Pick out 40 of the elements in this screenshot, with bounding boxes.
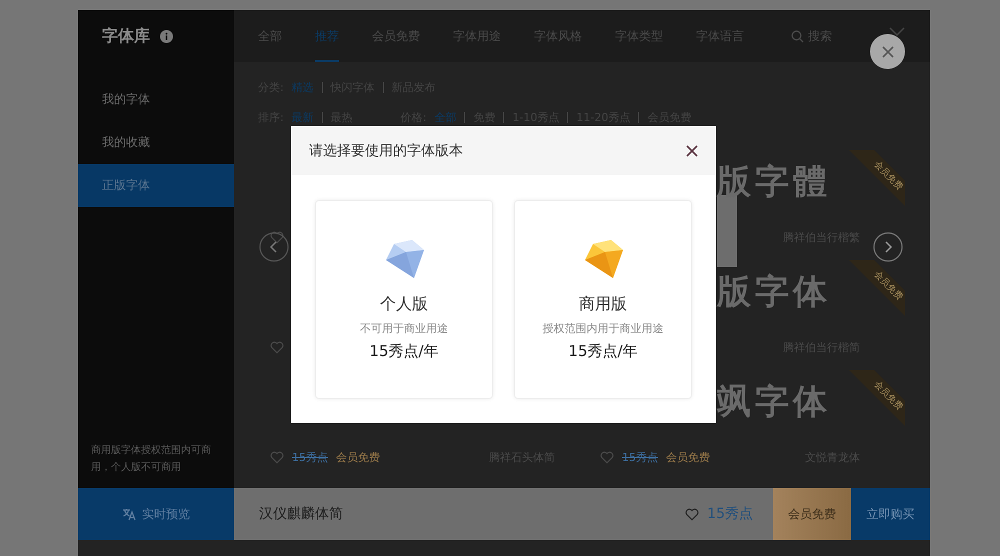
sidebar-item[interactable]: 正版字体 xyxy=(78,164,234,207)
heart-icon[interactable] xyxy=(600,450,614,464)
live-preview-button[interactable]: 实时预览 xyxy=(78,488,234,540)
info-icon[interactable] xyxy=(160,30,173,42)
member-label: 会员免费 xyxy=(666,450,710,464)
close-icon xyxy=(686,144,698,156)
filter-option[interactable]: 精选 xyxy=(292,80,314,94)
corner-ribbon: 会员免费 xyxy=(849,260,905,316)
next-button[interactable] xyxy=(873,232,903,262)
license-note: 商用版字体授权范围内可商用，个人版不可商用 xyxy=(90,444,212,475)
version-option[interactable]: 个人版 不可用于商业用途 15秀点/年 xyxy=(315,200,493,399)
font-sample: 飒字体 xyxy=(717,381,831,424)
heart-icon[interactable] xyxy=(270,230,284,244)
dialog-title: 请选择要使用的字体版本 xyxy=(309,142,463,160)
previous-button[interactable] xyxy=(259,232,289,262)
price-text: 15秀点 xyxy=(622,450,658,464)
price-text: 15秀点 xyxy=(292,450,328,464)
corner-ribbon: 会员免费 xyxy=(849,370,905,426)
chevron-icon[interactable] xyxy=(889,27,905,37)
sidebar-title: 字体库 xyxy=(102,26,150,46)
close-button[interactable] xyxy=(686,144,698,156)
member-free-button[interactable]: 会员免费 xyxy=(773,488,851,540)
price-text: 15秀点 xyxy=(707,505,753,523)
translate-icon xyxy=(122,508,136,520)
filter-option[interactable]: 全部 xyxy=(434,110,456,124)
corner-ribbon: 会员免费 xyxy=(849,150,905,206)
search-icon xyxy=(791,30,804,42)
font-name: 汉仪麒麟体简 xyxy=(259,505,343,523)
category-tab[interactable]: 推荐 xyxy=(315,10,339,62)
heart-icon[interactable] xyxy=(270,450,284,464)
buy-now-button[interactable]: 立即购买 xyxy=(851,488,930,540)
heart-icon[interactable] xyxy=(270,340,284,354)
member-label: 会员免费 xyxy=(336,450,380,464)
sidebar-item[interactable]: 我的字体 xyxy=(78,78,234,121)
font-sample: 版字体 xyxy=(717,271,831,314)
version-option[interactable]: 商用版 授权范围内用于商业用途 15秀点/年 xyxy=(514,200,692,399)
filter-option[interactable]: 最新 xyxy=(292,110,314,124)
heart-icon[interactable] xyxy=(685,508,700,520)
close-icon xyxy=(880,44,894,58)
sidebar-item[interactable]: 我的收藏 xyxy=(78,121,234,164)
